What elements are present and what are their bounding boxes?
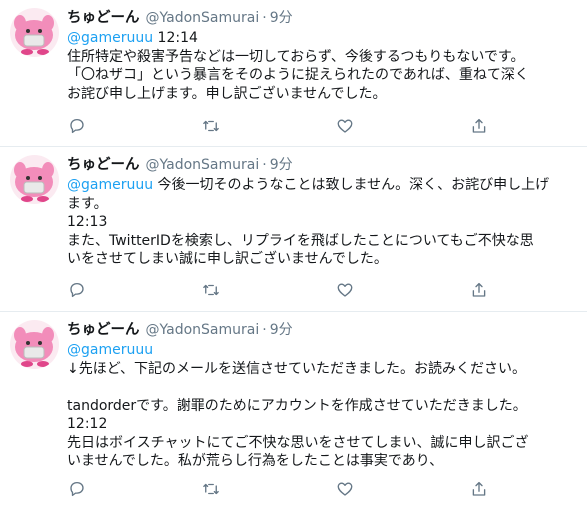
tweet-actions — [0, 115, 587, 137]
tweet[interactable]: ちゅどーん @YadonSamurai · 9分 @gameruuu ↓先ほど、… — [0, 312, 587, 507]
display-name[interactable]: ちゅどーん — [67, 153, 140, 174]
text-line: また、TwitterIDを検索し、リプライを飛ばしたことについてもご不快な思 — [67, 232, 534, 249]
tweet-text: @gameruuu 12:14 住所特定や殺害予告などは一切しておらず、今後する… — [67, 29, 579, 103]
reply-icon — [70, 282, 84, 298]
like-icon — [337, 119, 353, 133]
avatar[interactable] — [10, 155, 59, 204]
retweet-icon — [203, 483, 219, 495]
text-line: 先日はボイスチャットにてご不快な思いをさせてしまい、誠に申し訳ござ — [67, 434, 529, 451]
reply-icon — [70, 481, 84, 497]
avatar[interactable] — [10, 8, 59, 57]
timeline: ちゅどーん @YadonSamurai · 9分 @gameruuu 12:14… — [0, 0, 587, 507]
like-button[interactable] — [334, 279, 356, 301]
user-handle[interactable]: @YadonSamurai — [146, 157, 260, 173]
retweet-button[interactable] — [200, 115, 222, 137]
like-icon — [337, 482, 353, 496]
pink-character-avatar-icon — [14, 162, 54, 202]
tweet-content: ちゅどーん @YadonSamurai · 9分 @gameruuu ↓先ほど、… — [67, 318, 579, 471]
tweet[interactable]: ちゅどーん @YadonSamurai · 9分 @gameruuu 今後一切そ… — [0, 147, 587, 312]
share-button[interactable] — [468, 478, 490, 500]
line-text: 12:14 — [153, 30, 198, 46]
like-icon — [337, 283, 353, 297]
separator-dot: · — [262, 322, 267, 338]
text-line: ↓先ほど、下記のメールを送信させていただきました。お読みください。 — [67, 360, 527, 377]
share-button[interactable] — [468, 279, 490, 301]
mention-link[interactable]: @gameruuu — [67, 30, 153, 46]
text-line: @gameruuu 今後一切そのようなことは致しません。深く、お詫び申し上げ — [67, 176, 579, 195]
tweet-text: @gameruuu ↓先ほど、下記のメールを送信させていただきました。お読みくだ… — [67, 341, 579, 471]
tweet-actions — [0, 478, 587, 500]
like-button[interactable] — [334, 115, 356, 137]
tweet-actions — [0, 279, 587, 301]
line-text: 今後一切そのようなことは致しません。深く、お詫び申し上げ — [153, 177, 550, 193]
tweet-header: ちゅどーん @YadonSamurai · 9分 — [67, 318, 579, 340]
text-line: @gameruuu 12:14 — [67, 29, 579, 48]
user-handle[interactable]: @YadonSamurai — [146, 322, 260, 338]
text-line: 住所特定や殺害予告などは一切しておらず、今後するつもりもないです。 — [67, 48, 525, 65]
reply-button[interactable] — [66, 279, 88, 301]
share-icon — [472, 481, 486, 496]
retweet-button[interactable] — [200, 478, 222, 500]
pink-character-avatar-icon — [14, 327, 54, 367]
pink-character-avatar-icon — [14, 15, 54, 55]
tweet-content: ちゅどーん @YadonSamurai · 9分 @gameruuu 12:14… — [67, 6, 579, 103]
tweet-header: ちゅどーん @YadonSamurai · 9分 — [67, 6, 579, 28]
timestamp[interactable]: 9分 — [270, 319, 293, 339]
reply-button[interactable] — [66, 478, 88, 500]
text-line: ます。 — [67, 195, 108, 212]
share-button[interactable] — [468, 115, 490, 137]
timestamp[interactable]: 9分 — [270, 154, 293, 174]
text-line — [67, 378, 579, 397]
mention-link[interactable]: @gameruuu — [67, 177, 153, 193]
tweet-header: ちゅどーん @YadonSamurai · 9分 — [67, 153, 579, 175]
text-line: いをさせてしまい誠に申し訳ございませんでした。 — [67, 251, 388, 267]
text-line: お詫び申し上げます。申し訳ございませんでした。 — [67, 85, 387, 102]
text-line: いませんでした。私が荒らし行為をしたことは事実であり、 — [67, 453, 444, 469]
separator-dot: · — [262, 10, 267, 26]
retweet-icon — [203, 284, 219, 296]
user-handle[interactable]: @YadonSamurai — [146, 10, 260, 26]
retweet-button[interactable] — [200, 279, 222, 301]
mention-link[interactable]: @gameruuu — [67, 342, 153, 358]
text-line: @gameruuu — [67, 341, 579, 360]
separator-dot: · — [262, 157, 267, 173]
text-line: 「〇ねザコ」という暴言をそのように捉えられたのであれば、重ねて深く — [67, 67, 529, 83]
timestamp[interactable]: 9分 — [270, 7, 293, 27]
reply-icon — [70, 118, 84, 134]
like-button[interactable] — [334, 478, 356, 500]
text-line: 12:12 — [67, 416, 108, 432]
tweet-content: ちゅどーん @YadonSamurai · 9分 @gameruuu 今後一切そ… — [67, 153, 579, 269]
tweet[interactable]: ちゅどーん @YadonSamurai · 9分 @gameruuu 12:14… — [0, 0, 587, 147]
reply-button[interactable] — [66, 115, 88, 137]
share-icon — [472, 282, 486, 297]
share-icon — [472, 118, 486, 133]
retweet-icon — [203, 120, 219, 132]
text-line: tandorderです。謝罪のためにアカウントを作成させていただきました。 — [67, 397, 527, 414]
text-line: 12:13 — [67, 214, 108, 230]
avatar[interactable] — [10, 320, 59, 369]
tweet-text: @gameruuu 今後一切そのようなことは致しません。深く、お詫び申し上げ ま… — [67, 176, 579, 269]
display-name[interactable]: ちゅどーん — [67, 6, 140, 27]
display-name[interactable]: ちゅどーん — [67, 318, 140, 339]
